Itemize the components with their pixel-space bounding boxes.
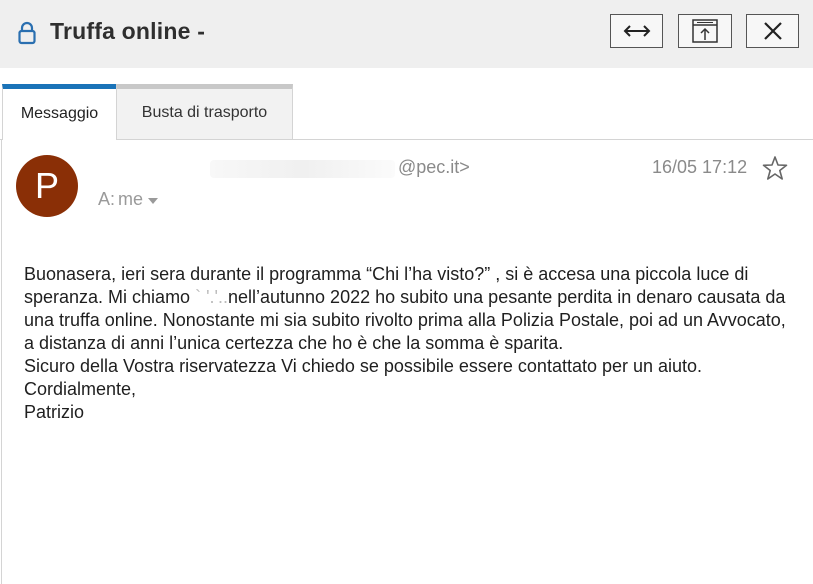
- sender-address[interactable]: @pec.it>: [398, 157, 470, 178]
- popout-button[interactable]: [678, 14, 732, 48]
- body-line: Sicuro della Vostra riservatezza Vi chie…: [24, 356, 703, 376]
- panel-border: [1, 140, 2, 584]
- close-button[interactable]: [746, 14, 799, 48]
- tab-label: Busta di trasporto: [141, 104, 268, 121]
- body-paragraph: Buonasera, ieri sera durante il programm…: [24, 263, 799, 355]
- avatar: P: [16, 155, 78, 217]
- body-line: Cordialmente,: [24, 379, 137, 399]
- tab-messaggio[interactable]: Messaggio: [2, 84, 116, 140]
- chevron-down-icon[interactable]: [148, 197, 159, 204]
- tab-busta-di-trasporto[interactable]: Busta di trasporto: [116, 84, 293, 140]
- to-label: A:: [98, 189, 116, 209]
- expand-horizontal-icon: [623, 25, 650, 37]
- popout-window-icon: [692, 19, 718, 43]
- close-icon: [763, 22, 782, 40]
- redacted-name: ` '.'..: [195, 287, 228, 307]
- recipient-line: A: me: [98, 189, 159, 210]
- tab-label: Messaggio: [20, 104, 99, 122]
- star-icon[interactable]: [762, 155, 788, 181]
- to-value[interactable]: me: [118, 189, 143, 210]
- message-body: Buonasera, ieri sera durante il programm…: [24, 263, 799, 424]
- body-line: Patrizio: [24, 402, 85, 422]
- lock-icon: [18, 21, 36, 45]
- title-bar: Truffa online -: [0, 0, 813, 68]
- avatar-letter: P: [34, 165, 59, 206]
- expand-button[interactable]: [610, 14, 663, 48]
- window-title: Truffa online -: [50, 18, 206, 44]
- redacted-sender-name: [210, 160, 395, 178]
- message-date: 16/05 17:12: [652, 157, 748, 177]
